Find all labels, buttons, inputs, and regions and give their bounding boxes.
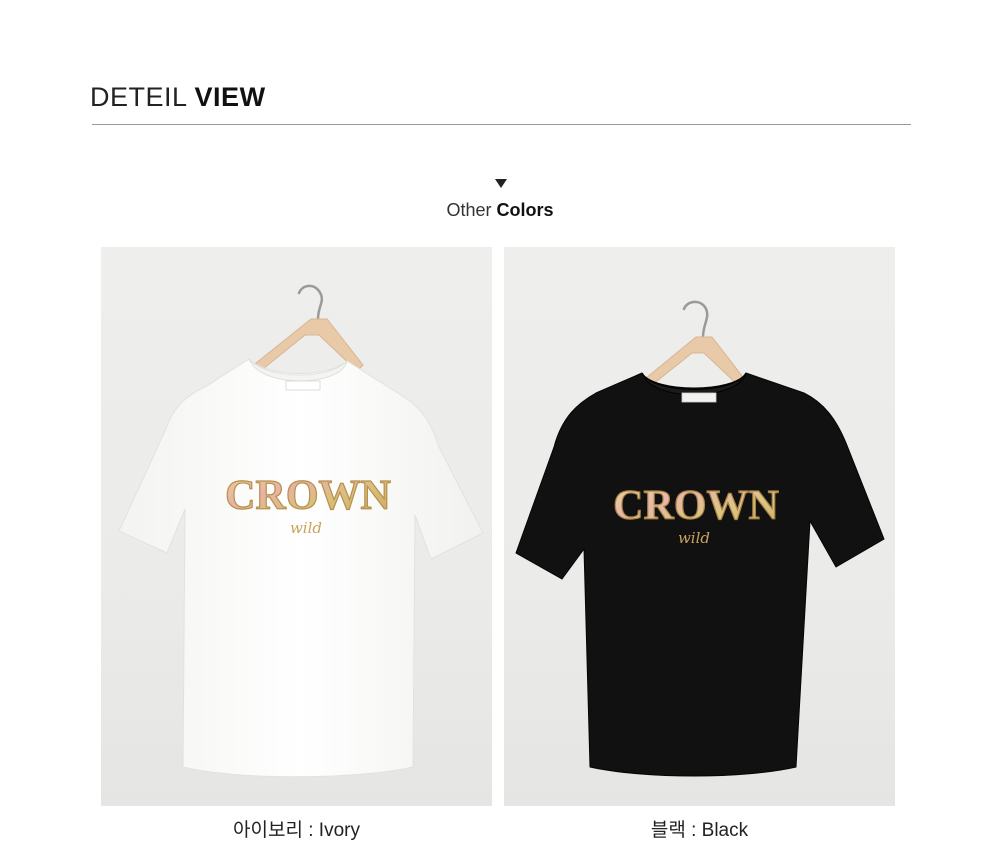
other-colors-label-light: Other	[446, 200, 492, 220]
caption-ivory: 아이보리 : Ivory	[233, 820, 360, 841]
tshirt-body-black	[515, 372, 885, 777]
print-script: wild	[290, 519, 322, 537]
hanger-icon	[639, 336, 747, 390]
tshirt-ivory-illustration: CROWN wild	[118, 284, 484, 778]
tshirt-label	[285, 380, 321, 391]
other-colors-label-bold: Colors	[496, 200, 554, 220]
other-colors-heading: Other Colors	[0, 198, 1000, 222]
section-divider	[92, 124, 911, 125]
hanger-hook-icon	[682, 300, 709, 339]
hanger-hook-icon	[297, 284, 324, 321]
print-word: CROWN	[225, 473, 391, 519]
tshirt-body-ivory	[118, 358, 484, 778]
caption-black: 블랙 : Black	[650, 820, 749, 841]
print-script: wild	[678, 529, 710, 547]
product-photo-ivory[interactable]: CROWN wild	[101, 247, 492, 806]
print-word: CROWN	[613, 483, 779, 529]
product-photo-black[interactable]: CROWN wild	[504, 247, 895, 806]
section-title-bold: VIEW	[194, 82, 266, 112]
tshirt-black-illustration: CROWN wild	[515, 300, 885, 777]
down-arrow-icon	[495, 179, 507, 188]
section-title-light: DETEIL	[90, 82, 187, 112]
section-title: DETEIL VIEW	[90, 80, 266, 114]
tshirt-label	[681, 392, 717, 403]
